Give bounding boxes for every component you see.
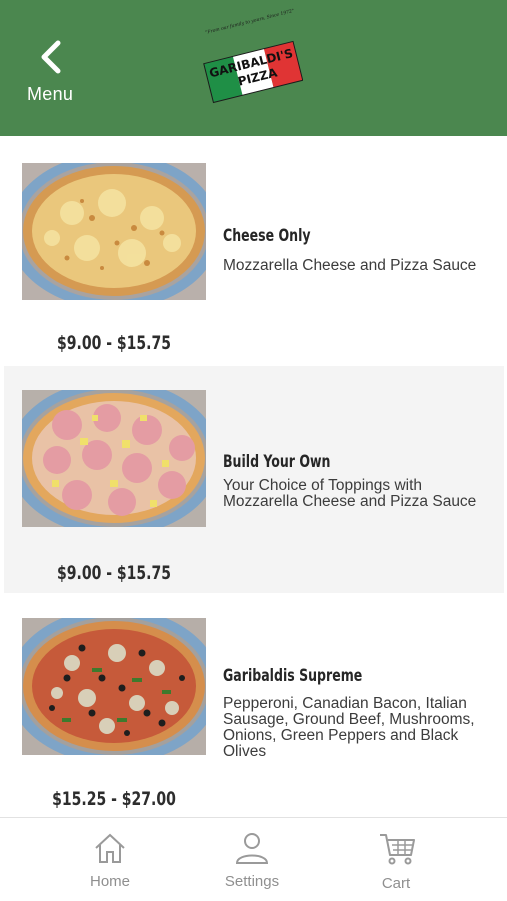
item-name: Garibaldis Supreme xyxy=(223,666,363,686)
tab-label: Cart xyxy=(381,875,411,892)
app-header: Menu "From our family to yours, Since 19… xyxy=(0,0,507,136)
bottom-tab-bar: Home Settings Cart xyxy=(0,817,507,901)
user-icon xyxy=(235,833,269,864)
home-icon xyxy=(95,833,125,863)
garibaldis-pizza-logo: GARIBALDI'S PIZZA xyxy=(203,40,303,104)
item-price: $9.00 - $15.75 xyxy=(56,332,172,354)
menu-item[interactable]: Garibaldis Supreme Pepperoni, Canadian B… xyxy=(4,596,504,823)
item-name: Cheese Only xyxy=(223,226,311,246)
item-name: Build Your Own xyxy=(223,452,331,472)
back-label: Menu xyxy=(27,84,74,104)
pizza-image xyxy=(22,163,206,300)
item-description: Mozzarella Cheese and Pizza Sauce xyxy=(223,257,477,274)
tab-cart[interactable]: Cart xyxy=(336,818,456,901)
tab-label: Settings xyxy=(224,873,280,890)
item-price: $15.25 - $27.00 xyxy=(52,788,176,810)
back-button[interactable]: Menu xyxy=(22,40,82,110)
logo-tagline: "From our family to yours, Since 1972" xyxy=(205,8,295,36)
tab-label: Home xyxy=(89,873,130,890)
chevron-left-icon xyxy=(41,40,61,74)
item-price: $9.00 - $15.75 xyxy=(56,562,172,584)
menu-item[interactable]: Cheese Only Mozzarella Cheese and Pizza … xyxy=(4,136,504,363)
item-description: Your Choice of Toppings with Mozzarella … xyxy=(223,477,477,510)
cart-icon xyxy=(380,834,415,865)
item-description: Pepperoni, Canadian Bacon, Italian Sausa… xyxy=(223,695,475,760)
tab-home[interactable]: Home xyxy=(50,818,170,901)
pizza-image xyxy=(22,390,206,527)
menu-item[interactable]: Build Your Own Your Choice of Toppings w… xyxy=(4,366,504,593)
pizza-image xyxy=(22,618,206,755)
tab-settings[interactable]: Settings xyxy=(192,818,312,901)
